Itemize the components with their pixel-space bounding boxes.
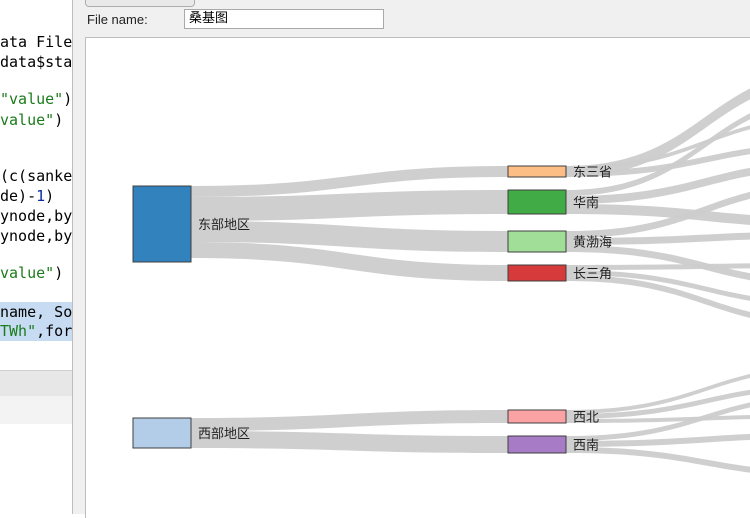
sankey-link [566,275,750,318]
plot-preview: 东部地区西部地区 东三省华南黄渤海长三角西北西南 [85,37,750,518]
node-label: 西北 [573,411,599,426]
sankey-node [507,264,567,282]
sankey-node [507,189,567,215]
file-name-input[interactable]: 桑基图 [184,9,384,29]
sankey-node [507,165,567,178]
node-label: 长三角 [573,267,612,282]
sankey-node [507,409,567,424]
dialog-top-button[interactable] [85,0,195,7]
code-line: value") [0,264,64,282]
editor-pane-bar[interactable] [0,370,80,397]
code-line: de)-1) [0,187,55,205]
code-line: name, So [0,302,80,322]
sankey-link [566,374,750,414]
sankey-link [566,88,750,177]
code-line: TWh",for [0,321,80,341]
code-line: ynode,by [0,207,73,225]
node-label: 华南 [573,195,599,211]
sankey-node [132,417,192,449]
file-name-label: File name: [87,12,148,27]
node-label: 东三省 [573,166,612,181]
editor-lower-pane [0,396,80,424]
code-line: ynode,by [0,227,73,245]
code-line: (c(sanke [0,167,73,185]
code-line: data$sta [0,53,73,71]
sankey-node [132,185,192,263]
node-label: 西南 [573,438,599,454]
code-line: "value") [0,90,73,108]
sankey-node [507,230,567,253]
node-label: 黄渤海 [573,235,612,251]
sankey-node [507,435,567,454]
code-editor[interactable]: ata File data$sta "value") value") (c(sanke d… [0,0,80,503]
sankey-link [566,125,750,170]
node-label: 西部地区 [198,427,250,442]
code-line: ata File [0,33,73,51]
export-dialog: File name: 桑基图 东部地区西部地区 东三省华南黄渤海长三角西北西南 [72,0,750,518]
code-line: value") [0,111,64,129]
node-label: 东部地区 [198,218,250,233]
sankey-diagram: 东部地区西部地区 东三省华南黄渤海长三角西北西南 [132,88,750,473]
